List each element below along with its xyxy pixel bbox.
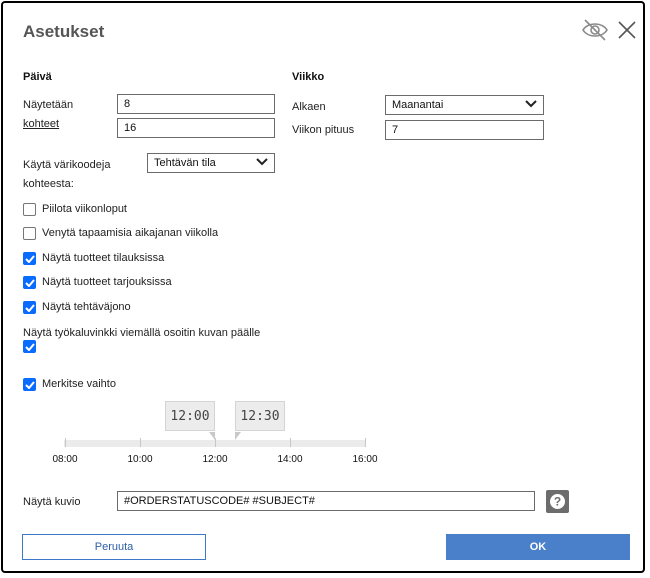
week-length-label: Viikon pituus <box>292 124 355 136</box>
shift-option-label: Merkitse vaihto <box>42 378 116 390</box>
shown-items-input[interactable] <box>117 118 275 138</box>
ok-button[interactable]: OK <box>446 534 630 560</box>
help-glyph: ? <box>554 495 561 509</box>
timeline-tick <box>215 438 216 447</box>
timeline-tick <box>65 438 66 447</box>
option-label: Venytä tapaamisia aikajanan viikolla <box>42 227 219 239</box>
close-icon[interactable] <box>613 17 641 43</box>
tooltip-option-checkbox[interactable] <box>23 340 36 353</box>
week-section-title: Viikko <box>292 71 325 83</box>
option-label: Näytä tuotteet tarjouksissa <box>42 276 172 288</box>
timeline-tick-label: 16:00 <box>352 454 378 465</box>
week-start-value: Maanantai <box>392 99 444 111</box>
option-label: Piilota viikonloput <box>42 203 127 215</box>
colorcode-label-2: kohteesta: <box>23 178 74 190</box>
timeline-tick-label: 08:00 <box>52 454 78 465</box>
option-row[interactable]: Näytä tuotteet tarjouksissa <box>23 276 172 289</box>
dialog-title: Asetukset <box>23 22 105 41</box>
option-checkbox[interactable] <box>23 301 36 314</box>
option-checkbox[interactable] <box>23 252 36 265</box>
pattern-input[interactable] <box>117 491 535 511</box>
chevron-down-icon <box>525 99 537 111</box>
chevron-down-icon <box>256 157 268 169</box>
tooltip-option-label: Näytä työkaluvinkki viemällä osoitin kuv… <box>23 327 261 339</box>
timeline-tick <box>290 438 291 447</box>
settings-dialog: Asetukset Päivä Näytetään kohteet Viikko… <box>1 1 645 573</box>
timeline-tick <box>140 438 141 447</box>
help-icon[interactable]: ? <box>546 490 569 513</box>
shift-start-handle[interactable]: 12:00 <box>165 401 215 431</box>
shift-end-handle[interactable]: 12:30 <box>235 401 285 431</box>
option-checkbox[interactable] <box>23 276 36 289</box>
option-row[interactable]: Näytä tehtäväjono <box>23 301 131 314</box>
week-start-label: Alkaen <box>292 101 326 113</box>
option-row[interactable]: Venytä tapaamisia aikajanan viikolla <box>23 227 218 240</box>
colorcode-select[interactable]: Tehtävän tila <box>147 153 275 173</box>
timeline-tick-label: 14:00 <box>277 454 303 465</box>
shown-label: Näytetään <box>23 99 74 111</box>
week-start-select[interactable]: Maanantai <box>385 95 544 115</box>
option-label: Näytä tehtäväjono <box>42 301 131 313</box>
option-row[interactable]: Piilota viikonloput <box>23 203 127 216</box>
colorcode-label: Käytä värikoodeja <box>23 159 111 171</box>
colorcode-value: Tehtävän tila <box>154 157 216 169</box>
eye-slash-icon[interactable] <box>581 17 609 43</box>
cancel-button[interactable]: Peruuta <box>22 534 206 560</box>
timeline-tick-label: 10:00 <box>127 454 153 465</box>
week-length-input[interactable] <box>385 120 544 140</box>
option-label: Näytä tuotteet tilauksissa <box>42 252 165 264</box>
shift-option[interactable]: Merkitse vaihto <box>23 378 116 391</box>
shift-option-checkbox[interactable] <box>23 378 36 391</box>
shift-start-pointer <box>209 431 215 443</box>
pattern-label: Näytä kuvio <box>23 496 81 508</box>
option-checkbox[interactable] <box>23 227 36 240</box>
timeline-tick <box>365 438 366 447</box>
day-section-title: Päivä <box>23 71 52 83</box>
timeline-tick-label: 12:00 <box>202 454 228 465</box>
shown-days-input[interactable] <box>117 94 275 114</box>
option-checkbox[interactable] <box>23 203 36 216</box>
shift-end-pointer <box>235 431 241 443</box>
items-label: kohteet <box>23 118 60 130</box>
option-row[interactable]: Näytä tuotteet tilauksissa <box>23 252 164 265</box>
